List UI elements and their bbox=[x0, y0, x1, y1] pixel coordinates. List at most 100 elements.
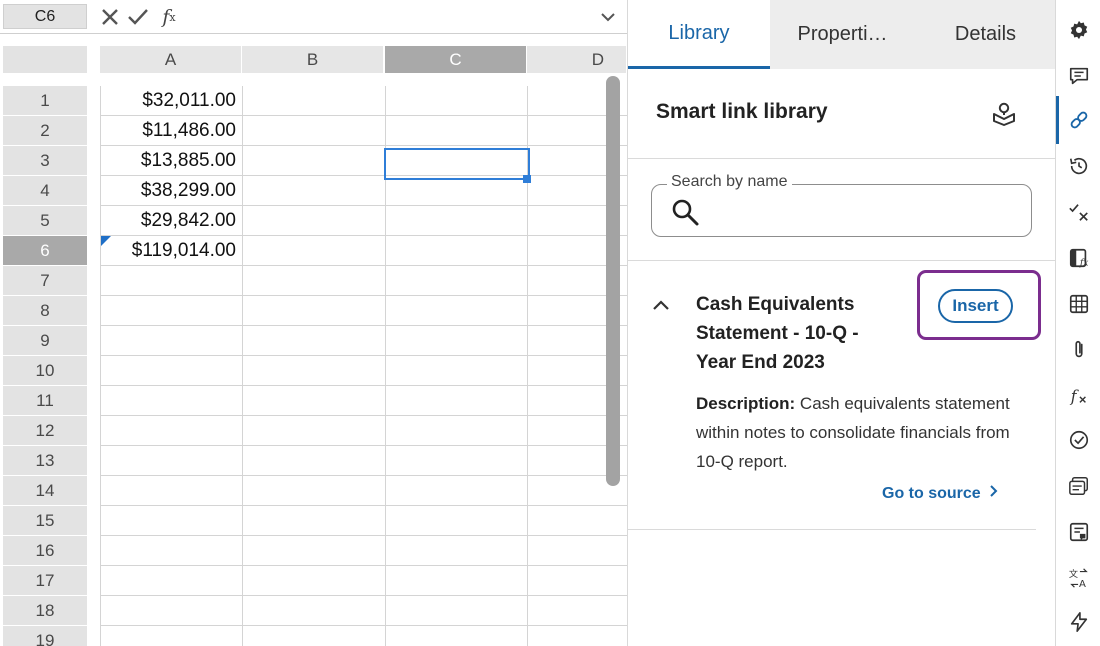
tab-details[interactable]: Details bbox=[915, 0, 1056, 69]
svg-text:A: A bbox=[1079, 579, 1086, 589]
row-header[interactable]: 16 bbox=[3, 536, 87, 565]
row-header[interactable]: 19 bbox=[3, 626, 87, 646]
divider bbox=[628, 158, 1056, 159]
column-header-a[interactable]: A bbox=[100, 46, 242, 73]
active-cell-c6[interactable] bbox=[384, 148, 530, 180]
svg-text:fx: fx bbox=[1079, 257, 1089, 268]
cell-a6[interactable]: $119,014.00 bbox=[101, 236, 241, 265]
gridline bbox=[100, 625, 627, 626]
attachment-icon[interactable] bbox=[1065, 336, 1093, 364]
history-icon[interactable] bbox=[1065, 152, 1093, 180]
list-detail-icon[interactable] bbox=[1065, 472, 1093, 500]
row-header[interactable]: 5 bbox=[3, 206, 87, 235]
table-icon[interactable] bbox=[1065, 290, 1093, 318]
function-icon[interactable]: f bbox=[1065, 382, 1093, 410]
chevron-up-icon[interactable] bbox=[652, 296, 670, 314]
fill-handle[interactable] bbox=[523, 175, 531, 183]
fx-sub-label: x bbox=[169, 10, 176, 24]
search-icon bbox=[670, 197, 700, 227]
row-header[interactable]: 8 bbox=[3, 296, 87, 325]
sheet-formula-icon[interactable]: fx bbox=[1065, 244, 1093, 272]
cell-a2[interactable]: $11,486.00 bbox=[101, 116, 241, 145]
cell-a1[interactable]: $32,011.00 bbox=[101, 86, 241, 115]
cancel-formula-icon[interactable] bbox=[98, 5, 122, 29]
tab-properties[interactable]: Properti… bbox=[770, 0, 915, 69]
row-header[interactable]: 15 bbox=[3, 506, 87, 535]
row-header[interactable]: 17 bbox=[3, 566, 87, 595]
svg-text:文: 文 bbox=[1069, 568, 1078, 580]
row-header[interactable]: 10 bbox=[3, 356, 87, 385]
side-panel: Library Properti… Details Smart link lib… bbox=[627, 0, 1056, 646]
cell-a3[interactable]: $13,885.00 bbox=[101, 146, 241, 175]
panel-title: Smart link library bbox=[656, 100, 828, 123]
row-header[interactable]: 3 bbox=[3, 146, 87, 175]
gridline bbox=[100, 565, 627, 566]
go-to-source-link[interactable]: Go to source bbox=[882, 484, 999, 503]
link-icon[interactable] bbox=[1065, 106, 1093, 134]
link-item-description: Description: Cash equivalents statement … bbox=[696, 389, 1026, 476]
formula-bar: C6 fx bbox=[0, 0, 627, 34]
gear-icon[interactable] bbox=[1065, 16, 1093, 44]
divider bbox=[628, 529, 1036, 530]
description-label: Description: bbox=[696, 394, 796, 413]
column-header-c[interactable]: C bbox=[385, 46, 527, 73]
cell-grid[interactable]: 1 2 3 4 5 6 7 8 9 10 11 12 13 14 15 16 1… bbox=[0, 86, 627, 646]
cell-a4[interactable]: $38,299.00 bbox=[101, 176, 241, 205]
library-icon[interactable] bbox=[991, 100, 1017, 126]
gridline bbox=[100, 385, 627, 386]
link-item-title-line: Cash Equivalents bbox=[696, 294, 855, 315]
row-header[interactable]: 18 bbox=[3, 596, 87, 625]
cell-a5[interactable]: $29,842.00 bbox=[101, 206, 241, 235]
confirm-formula-icon[interactable] bbox=[126, 5, 150, 29]
search-field[interactable]: Search by name bbox=[651, 173, 1032, 237]
row-header[interactable]: 6 bbox=[3, 236, 87, 265]
insert-button[interactable]: Insert bbox=[938, 289, 1013, 323]
row-header[interactable]: 14 bbox=[3, 476, 87, 505]
icon-rail: fx f 文A bbox=[1055, 0, 1100, 646]
column-header-d[interactable]: D bbox=[527, 46, 627, 73]
row-header[interactable]: 13 bbox=[3, 446, 87, 475]
vertical-scrollbar[interactable] bbox=[606, 76, 620, 486]
row-header[interactable]: 7 bbox=[3, 266, 87, 295]
gridline bbox=[100, 265, 627, 266]
spreadsheet: C6 fx A B C D 1 2 3 4 5 6 7 8 9 10 11 12… bbox=[0, 0, 627, 646]
column-header-b[interactable]: B bbox=[242, 46, 384, 73]
search-input[interactable] bbox=[712, 193, 1012, 227]
go-to-source-label: Go to source bbox=[882, 484, 981, 502]
gridline bbox=[100, 325, 627, 326]
comment-icon[interactable] bbox=[1065, 62, 1093, 90]
insert-function-icon[interactable]: fx bbox=[156, 5, 182, 29]
check-x-icon[interactable] bbox=[1065, 198, 1093, 226]
link-item-title-line: Year End 2023 bbox=[696, 352, 825, 373]
search-label: Search by name bbox=[667, 173, 792, 191]
translate-icon[interactable]: 文A bbox=[1065, 564, 1093, 592]
link-item-title: Cash Equivalents Statement - 10-Q - Year… bbox=[696, 290, 896, 377]
gridline bbox=[100, 355, 627, 356]
chevron-right-icon bbox=[989, 484, 999, 503]
gridline bbox=[100, 505, 627, 506]
rail-active-indicator bbox=[1056, 96, 1059, 144]
comment-box-icon[interactable] bbox=[1065, 518, 1093, 546]
cell-link-marker bbox=[101, 236, 111, 246]
gridline bbox=[100, 445, 627, 446]
gridline bbox=[100, 535, 627, 536]
select-all-corner[interactable] bbox=[3, 46, 87, 73]
row-header[interactable]: 1 bbox=[3, 86, 87, 115]
tab-library[interactable]: Library bbox=[628, 0, 770, 69]
lightning-icon[interactable] bbox=[1065, 608, 1093, 636]
name-box[interactable]: C6 bbox=[3, 4, 87, 29]
row-header[interactable]: 11 bbox=[3, 386, 87, 415]
row-header[interactable]: 4 bbox=[3, 176, 87, 205]
gridline bbox=[100, 595, 627, 596]
gridline bbox=[100, 475, 627, 476]
chevron-down-icon[interactable] bbox=[598, 5, 618, 29]
link-item-title-line: Statement - 10-Q - bbox=[696, 323, 859, 344]
check-circle-icon[interactable] bbox=[1065, 426, 1093, 454]
row-header[interactable]: 2 bbox=[3, 116, 87, 145]
divider bbox=[628, 260, 1056, 261]
fx-label: f bbox=[162, 6, 170, 28]
gridline bbox=[242, 86, 243, 646]
row-header[interactable]: 12 bbox=[3, 416, 87, 445]
column-headers: A B C D bbox=[0, 46, 627, 73]
row-header[interactable]: 9 bbox=[3, 326, 87, 355]
